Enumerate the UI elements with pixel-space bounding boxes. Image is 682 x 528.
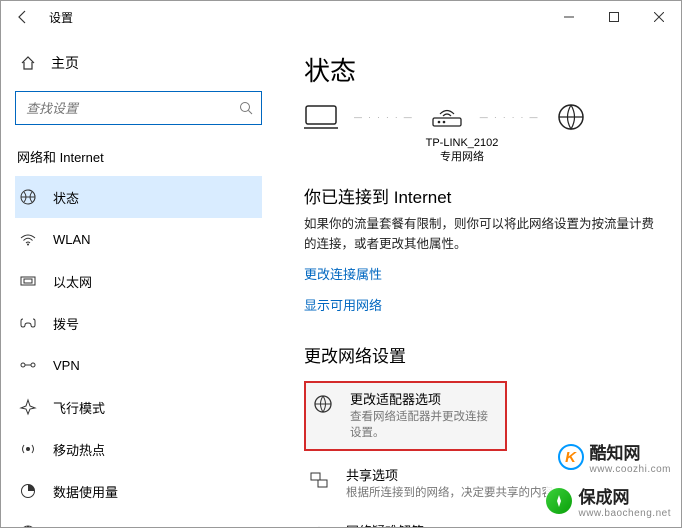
sharing-icon <box>308 469 330 491</box>
router-icon <box>430 104 464 130</box>
link-change-props[interactable]: 更改连接属性 <box>304 264 382 283</box>
sidebar-item-label: 状态 <box>53 188 79 207</box>
home-icon <box>19 55 37 71</box>
search-input[interactable] <box>24 100 239 117</box>
close-button[interactable] <box>636 1 681 33</box>
sidebar-item-label: 数据使用量 <box>53 482 118 501</box>
sidebar-item-dialup[interactable]: 拨号 <box>15 302 262 344</box>
ethernet-icon <box>19 272 37 290</box>
sidebar-item-proxy[interactable]: 代理 <box>15 512 262 527</box>
network-diagram: — · · · · — — · · · · — <box>304 102 657 132</box>
minimize-button[interactable] <box>546 1 591 33</box>
vpn-icon <box>19 356 37 374</box>
baocheng-logo-icon <box>546 488 572 514</box>
option-desc: 根据所连接到的网络，决定要共享的内容。 <box>346 485 565 501</box>
option-title: 共享选项 <box>346 467 565 485</box>
adapter-icon <box>312 393 334 415</box>
coozhi-logo-icon: K <box>558 444 584 470</box>
search-icon <box>239 101 253 115</box>
sidebar-item-label: WLAN <box>53 232 91 247</box>
pc-icon <box>304 104 338 130</box>
option-desc: 查看网络适配器并更改连接设置。 <box>350 409 499 441</box>
sidebar-item-label: 飞行模式 <box>53 398 105 417</box>
proxy-icon <box>19 524 37 527</box>
page-title: 状态 <box>304 51 657 88</box>
network-type: 专用网络 <box>402 150 522 164</box>
sidebar-item-label: 代理 <box>53 524 79 528</box>
search-input-container[interactable] <box>15 91 262 125</box>
sidebar-item-hotspot[interactable]: 移动热点 <box>15 428 262 470</box>
sidebar-home-label: 主页 <box>51 53 79 73</box>
sidebar-home[interactable]: 主页 <box>15 45 262 81</box>
status-icon <box>19 188 37 206</box>
option-title: 更改适配器选项 <box>350 391 499 409</box>
watermark-baocheng: 保成网 www.baocheng.net <box>546 483 671 519</box>
airplane-icon <box>19 398 37 416</box>
connected-desc: 如果你的流量套餐有限制，则你可以将此网络设置为按流量计费的连接，或者更改其他属性… <box>304 214 657 254</box>
sidebar-item-wlan[interactable]: WLAN <box>15 218 262 260</box>
sidebar-item-airplane[interactable]: 飞行模式 <box>15 386 262 428</box>
hotspot-icon <box>19 440 37 458</box>
watermark-coozhi: K 酷知网 www.coozhi.com <box>558 439 671 475</box>
sidebar: 主页 网络和 Internet 状态 WLAN 以太网 <box>1 33 276 527</box>
sidebar-item-vpn[interactable]: VPN <box>15 344 262 386</box>
connected-heading: 你已连接到 Internet <box>304 183 657 208</box>
dialup-icon <box>19 314 37 332</box>
sidebar-item-datausage[interactable]: 数据使用量 <box>15 470 262 512</box>
globe-icon <box>556 102 586 132</box>
window-title: 设置 <box>49 9 73 26</box>
wifi-icon <box>19 230 37 248</box>
sidebar-item-label: 拨号 <box>53 314 79 333</box>
sidebar-group-header: 网络和 Internet <box>15 143 262 176</box>
option-title: 网络疑难解答 <box>346 523 461 527</box>
back-button[interactable] <box>7 1 39 33</box>
sidebar-item-label: VPN <box>53 358 80 373</box>
maximize-button[interactable] <box>591 1 636 33</box>
network-ssid: TP-LINK_2102 <box>402 136 522 150</box>
network-labels: TP-LINK_2102 专用网络 <box>402 136 522 165</box>
sidebar-item-ethernet[interactable]: 以太网 <box>15 260 262 302</box>
sidebar-item-status[interactable]: 状态 <box>15 176 262 218</box>
option-adapter[interactable]: 更改适配器选项 查看网络适配器并更改连接设置。 <box>304 381 507 451</box>
sidebar-item-label: 移动热点 <box>53 440 105 459</box>
data-usage-icon <box>19 482 37 500</box>
link-show-networks[interactable]: 显示可用网络 <box>304 295 382 314</box>
troubleshoot-icon <box>308 525 330 527</box>
sidebar-item-label: 以太网 <box>53 272 92 291</box>
change-settings-heading: 更改网络设置 <box>304 342 657 367</box>
